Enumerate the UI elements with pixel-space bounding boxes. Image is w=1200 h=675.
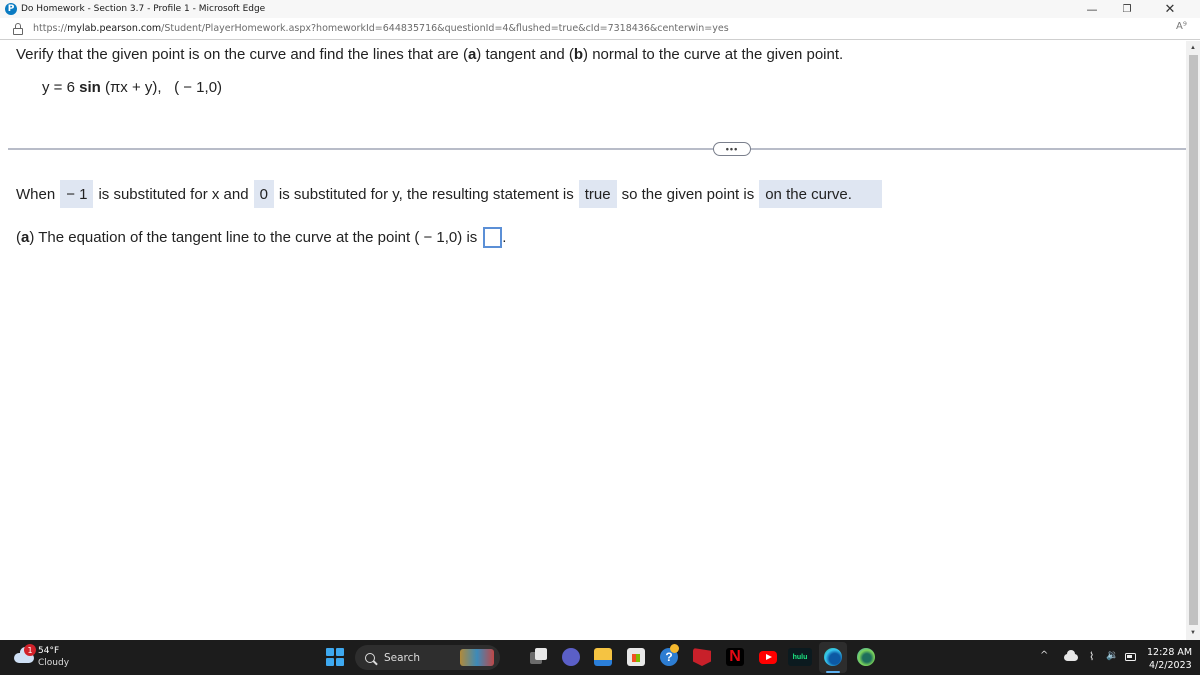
y-value-answer: 0	[253, 180, 274, 208]
url-prefix: https://	[33, 23, 68, 34]
url-field[interactable]: https://mylab.pearson.com/Student/Player…	[33, 23, 729, 34]
instruction-text: ) normal to the curve at the given point…	[583, 46, 844, 63]
scrollbar-thumb[interactable]	[1189, 55, 1198, 625]
verification-text: is substituted for x and	[98, 185, 249, 203]
verification-text: When	[16, 185, 56, 203]
battery-icon[interactable]	[1125, 653, 1136, 661]
conclusion-answer: on the curve.	[759, 180, 882, 208]
part-a-period: .	[502, 228, 507, 246]
notification-badge: 1	[24, 644, 36, 656]
task-view-icon[interactable]	[530, 648, 548, 666]
verification-sentence: When − 1 is substituted for x and 0 is s…	[16, 180, 887, 208]
microsoft-edge-icon[interactable]	[824, 648, 842, 666]
x-value-answer: − 1	[60, 180, 94, 208]
youtube-icon[interactable]	[759, 651, 777, 664]
instruction-text: Verify that the given point is on the cu…	[16, 46, 468, 63]
scroll-down-arrow-icon[interactable]: ▼	[1186, 626, 1200, 640]
equation-rhs: (πx + y),	[100, 79, 162, 96]
clock-date[interactable]: 4/2/2023	[1149, 660, 1192, 671]
windows-start-icon[interactable]	[326, 648, 344, 666]
verification-text: is substituted for y, the resulting stat…	[278, 185, 574, 203]
help-notification-dot	[670, 644, 679, 653]
active-app-indicator	[826, 671, 840, 673]
url-path: /Student/PlayerHomework.aspx?homeworkId=…	[161, 23, 729, 34]
restore-button[interactable]: ❐	[1107, 0, 1147, 18]
tangent-line-answer-input[interactable]	[483, 226, 503, 248]
verification-text: so the given point is	[621, 185, 755, 203]
lock-icon[interactable]	[13, 22, 23, 35]
onedrive-icon[interactable]	[1064, 650, 1078, 661]
window-title-bar: P Do Homework - Section 3.7 - Profile 1 …	[0, 0, 1200, 18]
equation-lhs: y = 6	[42, 79, 80, 96]
search-highlight-image	[460, 649, 494, 666]
question-instruction: Verify that the given point is on the cu…	[16, 46, 843, 63]
part-a-label: a	[21, 228, 30, 246]
mcafee-icon[interactable]	[693, 648, 711, 666]
weather-widget[interactable]: 1 54°F Cloudy	[12, 644, 72, 672]
vertical-scrollbar[interactable]: ▲ ▼	[1186, 41, 1200, 640]
search-label: Search	[384, 651, 421, 664]
weather-temperature: 54°F	[38, 646, 60, 656]
statement-answer: true	[578, 180, 617, 208]
scroll-up-arrow-icon[interactable]: ▲	[1186, 41, 1200, 55]
minimize-button[interactable]: —	[1072, 0, 1112, 18]
taskbar-search[interactable]: Search	[355, 645, 500, 670]
wifi-icon[interactable]: ⌇	[1089, 650, 1094, 663]
show-hidden-icons-chevron-icon[interactable]: ^	[1040, 650, 1048, 661]
teams-chat-icon[interactable]	[562, 648, 580, 666]
equation-function: sin	[79, 79, 101, 96]
url-host: mylab.pearson.com	[67, 23, 162, 34]
hulu-icon[interactable]: hulu	[788, 648, 812, 666]
part-a-question: (a) The equation of the tangent line to …	[16, 225, 506, 249]
volume-icon[interactable]: 🔉	[1106, 650, 1118, 661]
curve-equation: y = 6 sin (πx + y), ( − 1,0)	[42, 79, 222, 96]
edge-dev-icon[interactable]	[857, 648, 875, 666]
given-point: ( − 1,0)	[174, 79, 223, 96]
close-button[interactable]: ✕	[1150, 0, 1190, 18]
windows-taskbar: 1 54°F Cloudy Search ? N hulu ^ ⌇ 🔉 12:2…	[0, 640, 1200, 675]
homework-content: Verify that the given point is on the cu…	[0, 41, 1186, 640]
instruction-text: ) tangent and (	[476, 46, 574, 63]
part-a-text: ) The equation of the tangent line to th…	[29, 228, 478, 246]
clock-time[interactable]: 12:28 AM	[1147, 647, 1192, 658]
read-aloud-icon[interactable]: A⁹	[1176, 21, 1187, 32]
expand-more-button[interactable]: •••	[713, 142, 751, 156]
search-icon	[365, 652, 375, 663]
section-divider	[8, 148, 1186, 150]
file-explorer-icon[interactable]	[594, 648, 612, 666]
microsoft-store-icon[interactable]	[627, 648, 645, 666]
window-title: Do Homework - Section 3.7 - Profile 1 - …	[21, 4, 266, 14]
part-b-marker: b	[573, 46, 584, 63]
pearson-app-icon: P	[5, 3, 17, 15]
address-bar[interactable]: https://mylab.pearson.com/Student/Player…	[0, 18, 1200, 40]
weather-condition: Cloudy	[38, 658, 70, 668]
netflix-icon[interactable]: N	[726, 648, 744, 666]
